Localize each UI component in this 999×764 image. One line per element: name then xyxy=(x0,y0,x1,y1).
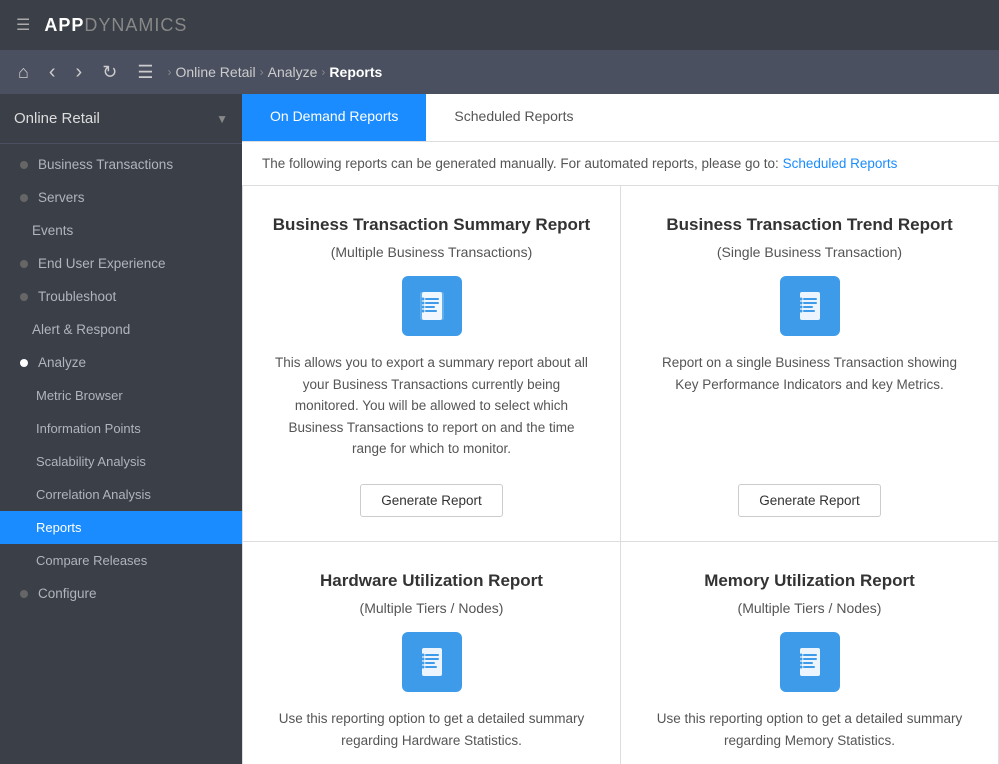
sidebar-label-info: Information Points xyxy=(36,421,141,436)
topbar: ☰ APPDYNAMICS xyxy=(0,0,999,50)
sidebar-dot-analyze xyxy=(20,359,28,367)
sidebar-label-reports: Reports xyxy=(36,520,82,535)
sidebar-dot-eue xyxy=(20,260,28,268)
breadcrumb-sep-2: › xyxy=(321,65,325,79)
sidebar-item-troubleshoot[interactable]: Troubleshoot xyxy=(0,280,242,313)
sidebar-item-end-user[interactable]: End User Experience xyxy=(0,247,242,280)
reports-grid: Business Transaction Summary Report (Mul… xyxy=(242,186,999,764)
logo-suffix: DYNAMICS xyxy=(84,15,187,35)
breadcrumb-sep-1: › xyxy=(260,65,264,79)
tab-scheduled[interactable]: Scheduled Reports xyxy=(426,94,601,141)
logo-prefix: APP xyxy=(44,15,84,35)
sidebar-app-name: Online Retail xyxy=(14,110,100,127)
sidebar-label-events: Events xyxy=(32,223,73,238)
sidebar-label-cfg: Configure xyxy=(38,586,97,601)
info-bar-text: The following reports can be generated m… xyxy=(262,156,779,171)
report-desc-hw-util: Use this reporting option to get a detai… xyxy=(271,708,592,751)
report-desc-mem-util: Use this reporting option to get a detai… xyxy=(649,708,970,751)
report-subtitle-hw-util: (Multiple Tiers / Nodes) xyxy=(360,600,504,616)
sidebar-item-business-transactions[interactable]: Business Transactions xyxy=(0,148,242,181)
report-icon-mem-util xyxy=(780,632,840,692)
scheduled-reports-link[interactable]: Scheduled Reports xyxy=(783,156,898,171)
info-bar: The following reports can be generated m… xyxy=(242,142,999,186)
sidebar-item-alert[interactable]: Alert & Respond xyxy=(0,313,242,346)
sidebar-nav: Business Transactions Servers Events End… xyxy=(0,144,242,614)
sidebar-item-reports[interactable]: Reports xyxy=(0,511,242,544)
sidebar-label-corr: Correlation Analysis xyxy=(36,487,151,502)
forward-icon[interactable]: › xyxy=(70,57,89,88)
sidebar-app-title[interactable]: Online Retail ▼ xyxy=(0,94,242,144)
sidebar-item-events[interactable]: Events xyxy=(0,214,242,247)
report-doc-icon-1 xyxy=(414,288,450,324)
report-title-mem-util: Memory Utilization Report xyxy=(704,570,915,592)
report-desc-bt-summary: This allows you to export a summary repo… xyxy=(271,352,592,460)
sidebar-label-scale: Scalability Analysis xyxy=(36,454,146,469)
breadcrumb-online-retail[interactable]: Online Retail xyxy=(175,64,255,80)
sidebar-label-servers: Servers xyxy=(38,190,85,205)
report-title-hw-util: Hardware Utilization Report xyxy=(320,570,543,592)
sidebar-label-compare: Compare Releases xyxy=(36,553,147,568)
report-card-bt-summary: Business Transaction Summary Report (Mul… xyxy=(243,186,621,542)
report-card-bt-trend: Business Transaction Trend Report (Singl… xyxy=(621,186,999,542)
breadcrumb-menu-icon[interactable]: ☰ xyxy=(131,58,159,87)
tab-on-demand[interactable]: On Demand Reports xyxy=(242,94,426,141)
sidebar-item-scalability[interactable]: Scalability Analysis xyxy=(0,445,242,478)
report-title-bt-summary: Business Transaction Summary Report xyxy=(273,214,590,236)
menu-icon[interactable]: ☰ xyxy=(16,15,30,35)
breadcrumb-analyze[interactable]: Analyze xyxy=(268,64,318,80)
sidebar-dropdown-arrow: ▼ xyxy=(216,112,228,126)
report-doc-icon-3 xyxy=(414,644,450,680)
generate-report-btn-0[interactable]: Generate Report xyxy=(360,484,503,517)
report-title-bt-trend: Business Transaction Trend Report xyxy=(666,214,952,236)
report-icon-hw-util xyxy=(402,632,462,692)
sidebar-label-bt: Business Transactions xyxy=(38,157,173,172)
report-card-mem-util: Memory Utilization Report (Multiple Tier… xyxy=(621,542,999,764)
sidebar-item-analyze[interactable]: Analyze xyxy=(0,346,242,379)
app-logo: APPDYNAMICS xyxy=(44,15,187,36)
breadcrumb-reports: Reports xyxy=(329,64,382,80)
sidebar-item-info-points[interactable]: Information Points xyxy=(0,412,242,445)
sidebar-label-metric: Metric Browser xyxy=(36,388,123,403)
breadcrumb: › Online Retail › Analyze › Reports xyxy=(167,64,382,80)
report-subtitle-mem-util: (Multiple Tiers / Nodes) xyxy=(738,600,882,616)
report-doc-icon-2 xyxy=(792,288,828,324)
sidebar-dot-bt xyxy=(20,161,28,169)
home-icon[interactable]: ⌂ xyxy=(12,58,35,87)
sidebar-label-analyze: Analyze xyxy=(38,355,86,370)
generate-report-btn-1[interactable]: Generate Report xyxy=(738,484,881,517)
refresh-icon[interactable]: ↻ xyxy=(96,58,123,87)
sidebar-label-ts: Troubleshoot xyxy=(38,289,116,304)
report-desc-bt-trend: Report on a single Business Transaction … xyxy=(649,352,970,460)
sidebar-dot-cfg xyxy=(20,590,28,598)
content-area: On Demand Reports Scheduled Reports The … xyxy=(242,94,999,764)
report-subtitle-bt-summary: (Multiple Business Transactions) xyxy=(331,244,533,260)
report-card-hw-util: Hardware Utilization Report (Multiple Ti… xyxy=(243,542,621,764)
sidebar-dot-servers xyxy=(20,194,28,202)
sidebar-item-compare[interactable]: Compare Releases xyxy=(0,544,242,577)
sidebar-item-configure[interactable]: Configure xyxy=(0,577,242,610)
report-icon-bt-summary xyxy=(402,276,462,336)
report-subtitle-bt-trend: (Single Business Transaction) xyxy=(717,244,902,260)
breadcrumb-sep-0: › xyxy=(167,65,171,79)
sidebar-item-correlation[interactable]: Correlation Analysis xyxy=(0,478,242,511)
sidebar: Online Retail ▼ Business Transactions Se… xyxy=(0,94,242,764)
report-doc-icon-4 xyxy=(792,644,828,680)
navbar: ⌂ ‹ › ↻ ☰ › Online Retail › Analyze › Re… xyxy=(0,50,999,94)
sidebar-label-alert: Alert & Respond xyxy=(32,322,130,337)
main-layout: Online Retail ▼ Business Transactions Se… xyxy=(0,94,999,764)
sidebar-item-servers[interactable]: Servers xyxy=(0,181,242,214)
report-icon-bt-trend xyxy=(780,276,840,336)
sidebar-dot-ts xyxy=(20,293,28,301)
back-icon[interactable]: ‹ xyxy=(43,57,62,88)
sidebar-label-eue: End User Experience xyxy=(38,256,166,271)
tabs-bar: On Demand Reports Scheduled Reports xyxy=(242,94,999,142)
sidebar-item-metric-browser[interactable]: Metric Browser xyxy=(0,379,242,412)
